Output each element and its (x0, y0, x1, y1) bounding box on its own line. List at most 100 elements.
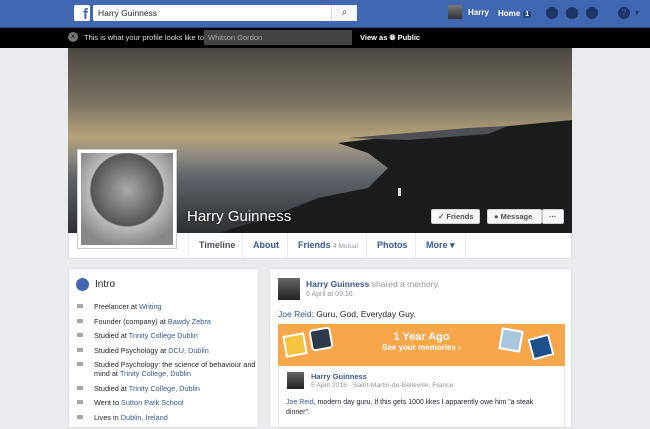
post-card: Harry Guinness shared a memory. 6 April … (269, 268, 572, 429)
shared-mention-link[interactable]: Joe Reid (286, 399, 314, 406)
view-as-message: This is what your profile looks like to: (84, 33, 207, 42)
shared-text: , modern day guru. If this gets 1000 lik… (286, 399, 534, 416)
post-body: Joe Reid: Guru, God, Everyday Guy. (278, 309, 416, 319)
intro-item-link[interactable]: Dublin, Ireland (121, 413, 168, 422)
search-icon[interactable]: ⌕ (331, 5, 357, 21)
intro-item: Went to Sutton Park School (77, 398, 257, 407)
user-name: Harry (468, 7, 489, 17)
top-navigation-bar: f Harry Guinness ⌕ Harry Home 1 ? ▾ (0, 0, 650, 28)
intro-item: Studied Psychology: the science of behav… (77, 360, 257, 378)
profile-picture[interactable] (77, 149, 177, 249)
profile-photo (81, 153, 173, 245)
intro-item-link[interactable]: Writing (139, 302, 162, 311)
account-menu-chevron-icon[interactable]: ▾ (635, 8, 639, 17)
intro-item: Studied at Trinity College Dublin (77, 331, 257, 340)
message-button[interactable]: ● Message (487, 209, 542, 224)
post-text: : Guru, God, Everyday Guy. (311, 309, 416, 319)
intro-item-icon (77, 333, 83, 337)
memory-banner[interactable]: 1 Year Ago See your memories › (278, 324, 565, 366)
fox-sticker-icon (282, 332, 308, 358)
friend-requests-icon[interactable] (546, 7, 558, 19)
mutual-count: 4 Mutual (333, 243, 358, 250)
post-timestamp[interactable]: 6 April at 09:16 (306, 291, 353, 298)
intro-item-label: Went to (94, 398, 122, 407)
view-as-label: View as (360, 33, 388, 42)
tab-about[interactable]: About (242, 233, 289, 258)
intro-item-text: Studied at Trinity College, Dublin (94, 384, 200, 393)
intro-item: Founder (company) at Bawdy Zebra (77, 317, 257, 326)
intro-item-text: Founder (company) at Bawdy Zebra (94, 317, 211, 326)
intro-item-icon (77, 414, 83, 419)
shared-author-avatar[interactable] (287, 372, 304, 389)
post-author-link[interactable]: Harry Guinness (306, 279, 369, 289)
tab-photos[interactable]: Photos (366, 233, 418, 258)
intro-item-link[interactable]: Trinity College, Dublin (120, 369, 191, 378)
friends-button[interactable]: ✓ Friends (431, 209, 481, 224)
intro-item: Studied at Trinity College, Dublin (77, 384, 257, 393)
avatar (448, 5, 462, 19)
globe-icon: 🌐︎ (389, 33, 396, 42)
intro-item-link[interactable]: Sutton Park School (121, 398, 183, 407)
intro-list: Freelancer at Writing Founder (company) a… (77, 302, 257, 427)
intro-item-icon (77, 400, 83, 404)
help-icon[interactable]: ? (618, 7, 630, 19)
intro-item-link[interactable]: Bawdy Zebra (168, 317, 211, 326)
intro-item-label: Studied at (94, 383, 129, 393)
audience-label: Public (397, 33, 421, 42)
intro-item-text: Studied Psychology: the science of behav… (94, 360, 257, 378)
tab-friends[interactable]: Friends 4 Mutual (287, 233, 368, 258)
shared-author-link[interactable]: Harry Guinness (311, 372, 367, 381)
intro-item-link[interactable]: Trinity College, Dublin (129, 384, 200, 393)
intro-item-text: Lives in Dublin, Ireland (94, 413, 168, 422)
mention-link[interactable]: Joe Reid (278, 309, 312, 319)
intro-item: Lives in Dublin, Ireland (77, 413, 257, 422)
intro-item-text: Studied Psychology at DCU, Dublin (94, 346, 209, 355)
intro-item-text: Freelancer at Writing (94, 302, 162, 311)
close-icon[interactable]: × (68, 32, 78, 42)
view-as-bar: × This is what your profile looks like t… (0, 28, 650, 48)
intro-item-label: Studied at (94, 331, 129, 340)
intro-item-icon (77, 362, 83, 366)
notifications-icon[interactable] (586, 7, 598, 19)
coffee-sticker-icon (308, 326, 334, 352)
view-as-public-button[interactable]: View as 🌐︎ Public (360, 33, 420, 43)
intro-item-icon (77, 347, 83, 352)
message-label: Message (500, 212, 533, 221)
intro-item: Freelancer at Writing (77, 302, 257, 311)
friends-tab-label: Friends (298, 240, 331, 250)
intro-item-label: Freelancer at (94, 302, 140, 311)
intro-item-label: Lives in (94, 412, 121, 422)
more-options-button[interactable]: ··· (542, 209, 564, 224)
shared-post-text: Joe Reid, modern day guru. If this gets … (286, 398, 556, 418)
shared-post-meta: 5 April 2016 · Saint-Martin-de-Bellevill… (311, 382, 454, 389)
post-header: Harry Guinness shared a memory. (306, 279, 440, 289)
intro-item-label: Studied Psychology at (94, 345, 169, 355)
home-label: Home (498, 9, 521, 18)
viewer-input[interactable]: Whitson Gordon (204, 30, 352, 45)
intro-item-label: Founder (company) at (94, 316, 168, 326)
intro-item-text: Went to Sutton Park School (94, 398, 184, 407)
tab-timeline[interactable]: Timeline (188, 233, 245, 258)
search-value: Harry Guinness (98, 8, 158, 18)
intro-item-icon (77, 318, 83, 323)
intro-item-text: Studied at Trinity College Dublin (94, 331, 198, 340)
search-input[interactable]: Harry Guinness ⌕ (93, 5, 357, 21)
intro-item-icon (77, 304, 83, 308)
profile-link[interactable]: Harry (448, 5, 489, 19)
mountain-sticker-icon (498, 327, 524, 353)
intro-item: Studied Psychology at DCU, Dublin (77, 346, 257, 355)
intro-item-link[interactable]: Trinity College Dublin (129, 331, 198, 340)
shared-post: Harry Guinness 5 April 2016 · Saint-Mart… (278, 366, 565, 429)
intro-card: Intro Freelancer at Writing Founder (comp… (68, 268, 259, 428)
messenger-icon: ● (494, 212, 499, 221)
home-link[interactable]: Home 1 (498, 9, 532, 18)
facebook-logo-icon[interactable]: f (74, 5, 90, 21)
messages-icon[interactable] (566, 7, 578, 19)
intro-globe-icon (76, 278, 89, 291)
post-author-avatar[interactable] (278, 278, 300, 300)
post-action: shared a memory. (371, 279, 440, 289)
profile-name[interactable]: Harry Guinness (187, 208, 291, 225)
intro-item-icon (77, 385, 83, 390)
intro-item-link[interactable]: DCU, Dublin (168, 346, 209, 355)
tab-more[interactable]: More ▾ (415, 233, 466, 258)
